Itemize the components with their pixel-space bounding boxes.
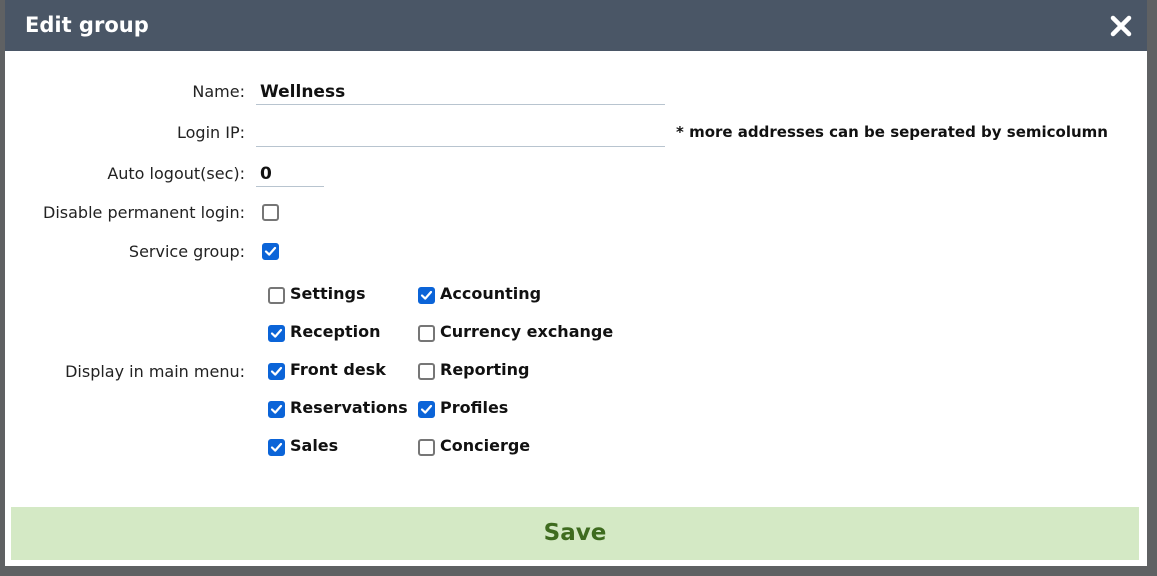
login-ip-hint: * more addresses can be seperated by sem…: [676, 123, 1108, 141]
menu-reception-label: Reception: [290, 322, 381, 341]
name-input[interactable]: [256, 79, 665, 105]
login-ip-input[interactable]: [256, 121, 665, 147]
menu-sales-checkbox[interactable]: [268, 439, 285, 456]
dialog-titlebar: Edit group: [5, 0, 1147, 51]
menu-profiles-checkbox[interactable]: [418, 401, 435, 418]
close-icon[interactable]: [1108, 13, 1134, 39]
menu-reservations-checkbox[interactable]: [268, 401, 285, 418]
menu-reservations-label: Reservations: [290, 398, 408, 417]
edit-group-dialog: Edit group Name: Login IP: * more addres…: [5, 0, 1147, 566]
menu-concierge-checkbox[interactable]: [418, 439, 435, 456]
disable-permanent-login-checkbox[interactable]: [262, 204, 279, 221]
service-group-checkbox[interactable]: [262, 243, 279, 260]
menu-accounting-label: Accounting: [440, 284, 542, 303]
menu-sales-label: Sales: [290, 436, 339, 455]
dialog-title: Edit group: [25, 13, 149, 37]
menu-settings-checkbox[interactable]: [268, 287, 285, 304]
menu-currency-exchange-label: Currency exchange: [440, 322, 614, 341]
menu-reporting-checkbox[interactable]: [418, 363, 435, 380]
menu-front-desk-checkbox[interactable]: [268, 363, 285, 380]
menu-settings-label: Settings: [290, 284, 366, 303]
menu-front-desk-label: Front desk: [290, 360, 386, 379]
menu-accounting-checkbox[interactable]: [418, 287, 435, 304]
main-menu-label: Display in main menu:: [65, 362, 245, 381]
save-button[interactable]: Save: [11, 507, 1139, 560]
menu-currency-exchange-checkbox[interactable]: [418, 325, 435, 342]
name-label: Name:: [192, 82, 245, 101]
login-ip-label: Login IP:: [176, 123, 245, 142]
menu-profiles-label: Profiles: [440, 398, 509, 417]
menu-reception-checkbox[interactable]: [268, 325, 285, 342]
auto-logout-input[interactable]: [256, 161, 324, 187]
menu-reporting-label: Reporting: [440, 360, 530, 379]
disable-permanent-login-label: Disable permanent login:: [43, 203, 245, 222]
auto-logout-label: Auto logout(sec):: [107, 164, 245, 183]
menu-concierge-label: Concierge: [440, 436, 531, 455]
service-group-label: Service group:: [128, 242, 245, 261]
